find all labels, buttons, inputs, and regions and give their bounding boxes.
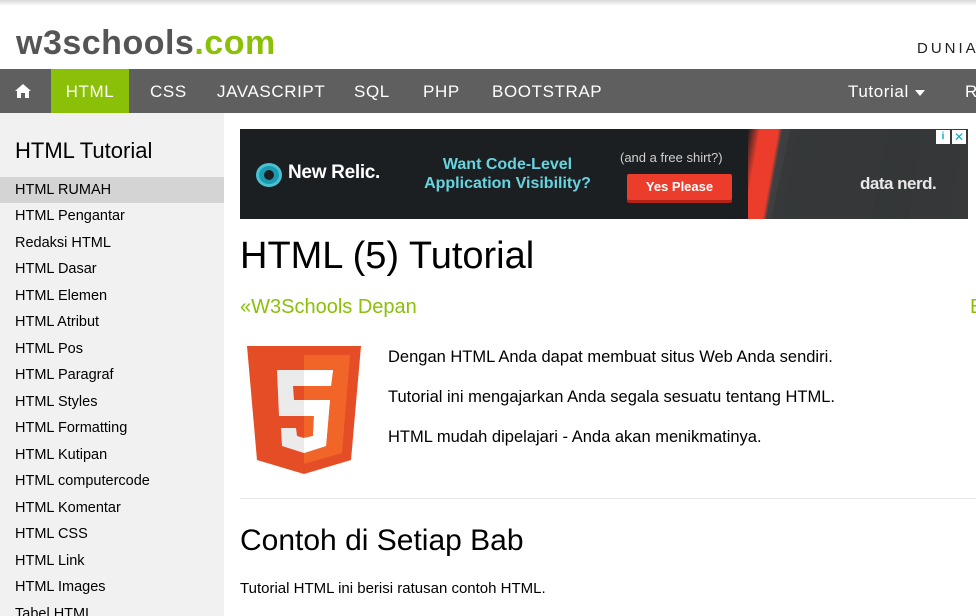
nav-item-bootstrap[interactable]: BOOTSTRAP xyxy=(492,69,602,113)
sidebar-item-html-atribut[interactable]: HTML Atribut xyxy=(0,309,224,335)
next-page-link[interactable]: B xyxy=(970,296,976,319)
intro-line-3: HTML mudah dipelajari - Anda akan menikm… xyxy=(388,428,762,446)
site-logo[interactable]: w3schools.com xyxy=(16,24,276,62)
sidebar-item-html-elemen[interactable]: HTML Elemen xyxy=(0,283,224,309)
ad-shirt-text: data nerd. xyxy=(860,174,937,193)
logo-main-text: w3schools xyxy=(16,24,195,62)
section-title: Contoh di Setiap Bab xyxy=(240,524,524,557)
nav-home-button[interactable] xyxy=(0,69,46,113)
sidebar-title: HTML Tutorial xyxy=(15,138,153,163)
intro-line-2: Tutorial ini mengajarkan Anda segala ses… xyxy=(388,388,835,406)
sidebar-item-html-pengantar[interactable]: HTML Pengantar xyxy=(0,203,224,229)
sidebar-item-html-komentar[interactable]: HTML Komentar xyxy=(0,495,224,521)
sidebar-item-html-link[interactable]: HTML Link xyxy=(0,548,224,574)
caret-down-icon xyxy=(914,89,925,96)
sidebar: HTML Tutorial HTML RUMAH HTML Pengantar … xyxy=(0,113,224,616)
nav-item-php[interactable]: PHP xyxy=(423,69,460,113)
sidebar-item-html-kutipan[interactable]: HTML Kutipan xyxy=(0,442,224,468)
sidebar-item-tabel-html[interactable]: Tabel HTML xyxy=(0,601,224,616)
html5-logo-icon xyxy=(247,346,361,474)
section-divider xyxy=(240,498,976,499)
sidebar-item-html-paragraf[interactable]: HTML Paragraf xyxy=(0,362,224,388)
section-text: Tutorial HTML ini berisi ratusan contoh … xyxy=(240,580,546,597)
sidebar-item-html-css[interactable]: HTML CSS xyxy=(0,521,224,547)
logo-suffix-text: .com xyxy=(194,24,276,62)
nav-item-javascript[interactable]: JAVASCRIPT xyxy=(217,69,325,113)
ad-banner[interactable]: New Relic. Want Code-Level Application V… xyxy=(240,129,968,219)
new-relic-logo-icon xyxy=(256,163,282,187)
prev-page-link[interactable]: «W3Schools Depan xyxy=(240,296,417,319)
sidebar-item-html-dasar[interactable]: HTML Dasar xyxy=(0,256,224,282)
nav-tutorial-label: Tutorial xyxy=(848,82,909,101)
sidebar-item-redaksi-html[interactable]: Redaksi HTML xyxy=(0,230,224,256)
header-shade xyxy=(0,0,976,6)
site-header: w3schools.com DUNIA xyxy=(0,0,976,69)
ad-close-icon[interactable]: ✕ xyxy=(952,130,966,144)
intro-line-1: Dengan HTML Anda dapat membuat situs Web… xyxy=(388,348,833,366)
ad-headline: Want Code-Level Application Visibility? xyxy=(424,156,591,192)
sidebar-item-html-rumah[interactable]: HTML RUMAH xyxy=(0,177,224,203)
sidebar-item-html-pos[interactable]: HTML Pos xyxy=(0,336,224,362)
sidebar-item-html-styles[interactable]: HTML Styles xyxy=(0,389,224,415)
header-tagline: DUNIA xyxy=(917,40,976,57)
nav-item-html[interactable]: HTML xyxy=(51,69,129,113)
ad-subtext: (and a free shirt?) xyxy=(620,150,723,165)
ad-cta-button[interactable]: Yes Please xyxy=(627,174,732,200)
sidebar-item-html-formatting[interactable]: HTML Formatting xyxy=(0,415,224,441)
sidebar-item-html-computercode[interactable]: HTML computercode xyxy=(0,468,224,494)
ad-brand: New Relic. xyxy=(288,162,381,183)
nav-item-sql[interactable]: SQL xyxy=(354,69,390,113)
nav-item-css[interactable]: CSS xyxy=(150,69,187,113)
nav-item-cutoff[interactable]: R xyxy=(965,69,976,113)
page-title: HTML (5) Tutorial xyxy=(240,235,535,277)
sidebar-item-html-images[interactable]: HTML Images xyxy=(0,574,224,600)
top-navbar: HTML CSS JAVASCRIPT SQL PHP BOOTSTRAP Tu… xyxy=(0,69,976,113)
nav-tutorial-dropdown[interactable]: Tutorial xyxy=(848,69,925,113)
adchoices-icon[interactable]: i xyxy=(936,130,950,144)
home-icon xyxy=(15,84,31,98)
